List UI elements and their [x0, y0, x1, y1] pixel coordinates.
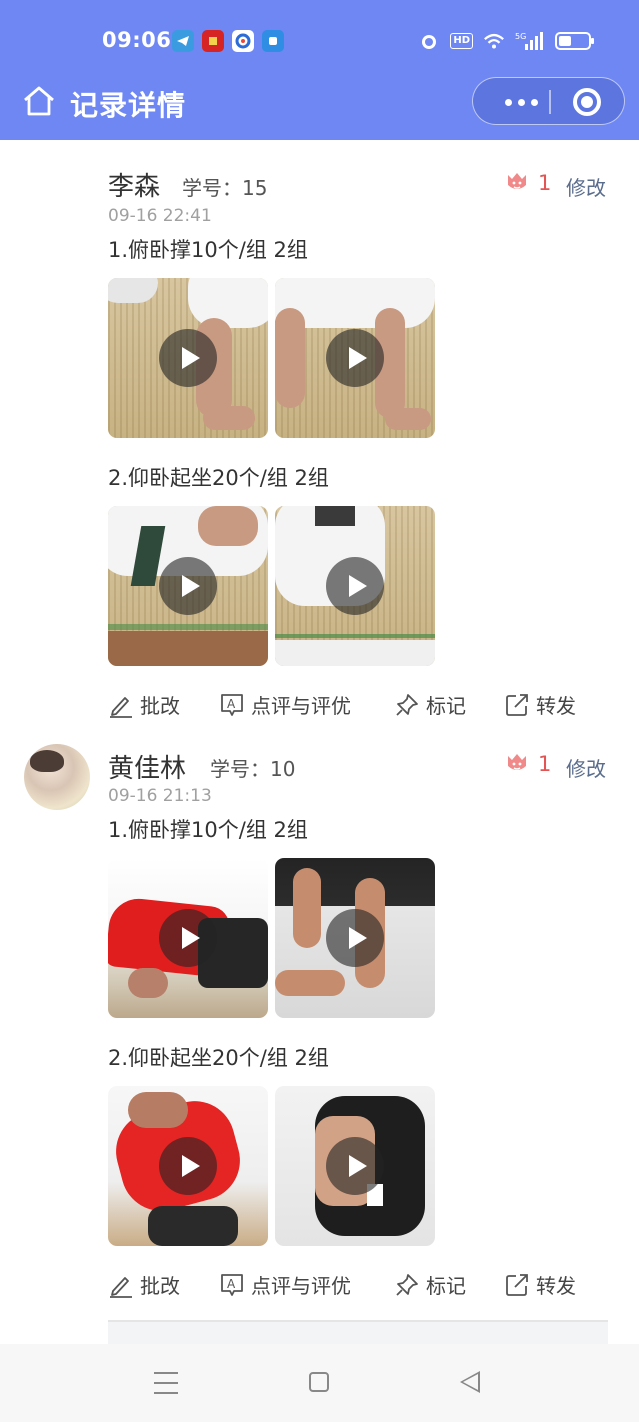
forward-label: 转发 — [536, 1274, 576, 1298]
task-label: 2.仰卧起坐20个/组 2组 — [108, 466, 329, 490]
notification-icons — [172, 30, 284, 52]
video-thumbnail[interactable] — [108, 1086, 268, 1246]
video-thumbnail[interactable] — [275, 858, 435, 1018]
capsule-divider — [549, 90, 551, 114]
svg-text:5G: 5G — [515, 32, 526, 41]
play-icon[interactable] — [159, 1137, 217, 1195]
play-icon[interactable] — [326, 909, 384, 967]
flower-icon[interactable] — [504, 169, 530, 195]
modify-link[interactable]: 修改 — [566, 753, 606, 782]
student-id: 学号：10 — [210, 757, 296, 781]
more-menu-icon[interactable] — [495, 78, 547, 126]
app-icon — [262, 30, 284, 52]
pen-icon — [110, 696, 132, 718]
flower-count: 1 — [538, 752, 552, 776]
video-thumbnail[interactable] — [275, 278, 435, 438]
alarm-icon — [418, 30, 440, 52]
recent-apps-icon[interactable] — [154, 1372, 178, 1394]
system-nav-bar — [0, 1344, 639, 1422]
svg-text:A: A — [227, 1277, 236, 1291]
forward-label: 转发 — [536, 694, 576, 718]
submit-time: 09-16 21:13 — [108, 786, 212, 806]
battery-icon — [555, 32, 594, 50]
comment-label: 点评与评优 — [251, 1274, 351, 1298]
nav-bar: 记录详情 — [0, 74, 639, 130]
video-thumbnail[interactable] — [275, 506, 435, 666]
student-name: 黄佳林 — [108, 754, 187, 784]
play-icon[interactable] — [326, 557, 384, 615]
submit-time: 09-16 22:41 — [108, 206, 212, 226]
forward-button[interactable]: 转发 — [504, 1270, 576, 1299]
comment-button[interactable]: A 点评与评优 — [219, 690, 351, 719]
status-time: 09:06 — [102, 28, 172, 52]
system-status: HD 5G — [418, 30, 594, 52]
student-name: 李森 — [108, 172, 161, 202]
flower-icon[interactable] — [504, 750, 530, 776]
home-button-icon[interactable] — [309, 1372, 329, 1392]
task-label: 1.俯卧撑10个/组 2组 — [108, 238, 308, 262]
correct-label: 批改 — [140, 1274, 180, 1298]
back-icon[interactable] — [460, 1371, 480, 1393]
close-miniprogram-icon[interactable] — [573, 88, 601, 116]
play-icon[interactable] — [159, 329, 217, 387]
video-thumbnail[interactable] — [108, 506, 268, 666]
video-thumbnail[interactable] — [108, 278, 268, 438]
task-label: 2.仰卧起坐20个/组 2组 — [108, 1046, 329, 1070]
comment-icon: A — [221, 1273, 243, 1296]
wifi-icon — [483, 30, 505, 52]
browser-icon — [232, 30, 254, 52]
correct-button[interactable]: 批改 — [108, 1270, 180, 1299]
forward-button[interactable]: 转发 — [504, 690, 576, 719]
mark-label: 标记 — [426, 694, 466, 718]
mark-button[interactable]: 标记 — [394, 1270, 466, 1299]
share-icon — [506, 693, 528, 716]
student-id: 学号：15 — [182, 176, 268, 200]
correct-label: 批改 — [140, 694, 180, 718]
play-icon[interactable] — [326, 1137, 384, 1195]
play-icon[interactable] — [326, 329, 384, 387]
mark-label: 标记 — [426, 1274, 466, 1298]
mark-button[interactable]: 标记 — [394, 690, 466, 719]
video-thumbnail[interactable] — [275, 1086, 435, 1246]
pen-icon — [110, 1276, 132, 1298]
share-icon — [506, 1273, 528, 1296]
svg-text:A: A — [227, 697, 236, 711]
play-icon[interactable] — [159, 557, 217, 615]
correct-button[interactable]: 批改 — [108, 690, 180, 719]
play-icon[interactable] — [159, 909, 217, 967]
modify-link[interactable]: 修改 — [566, 172, 606, 201]
home-icon[interactable] — [22, 84, 56, 118]
comment-label: 点评与评优 — [251, 694, 351, 718]
avatar[interactable] — [24, 744, 90, 810]
news-app-icon — [202, 30, 224, 52]
record-item: 黄佳林 学号：10 1 修改 09-16 21:13 1.俯卧撑10个/组 2组… — [0, 740, 639, 1310]
comment-icon: A — [221, 693, 243, 716]
pin-icon — [396, 1273, 418, 1296]
telegram-icon — [172, 30, 194, 52]
pin-icon — [396, 693, 418, 716]
hd-icon: HD — [450, 33, 473, 49]
status-bar: 09:06 HD 5G — [0, 28, 639, 58]
cell-signal-icon: 5G — [515, 30, 545, 52]
flower-count: 1 — [538, 171, 552, 195]
record-item: 李森 学号：15 1 修改 09-16 22:41 1.俯卧撑10个/组 2组 … — [0, 150, 639, 730]
comment-button[interactable]: A 点评与评优 — [219, 1270, 351, 1299]
video-thumbnail[interactable] — [108, 858, 268, 1018]
miniprogram-capsule — [472, 77, 625, 125]
page-title: 记录详情 — [70, 89, 187, 122]
header-bar: 09:06 HD 5G 记录详情 — [0, 0, 639, 140]
task-label: 1.俯卧撑10个/组 2组 — [108, 818, 308, 842]
